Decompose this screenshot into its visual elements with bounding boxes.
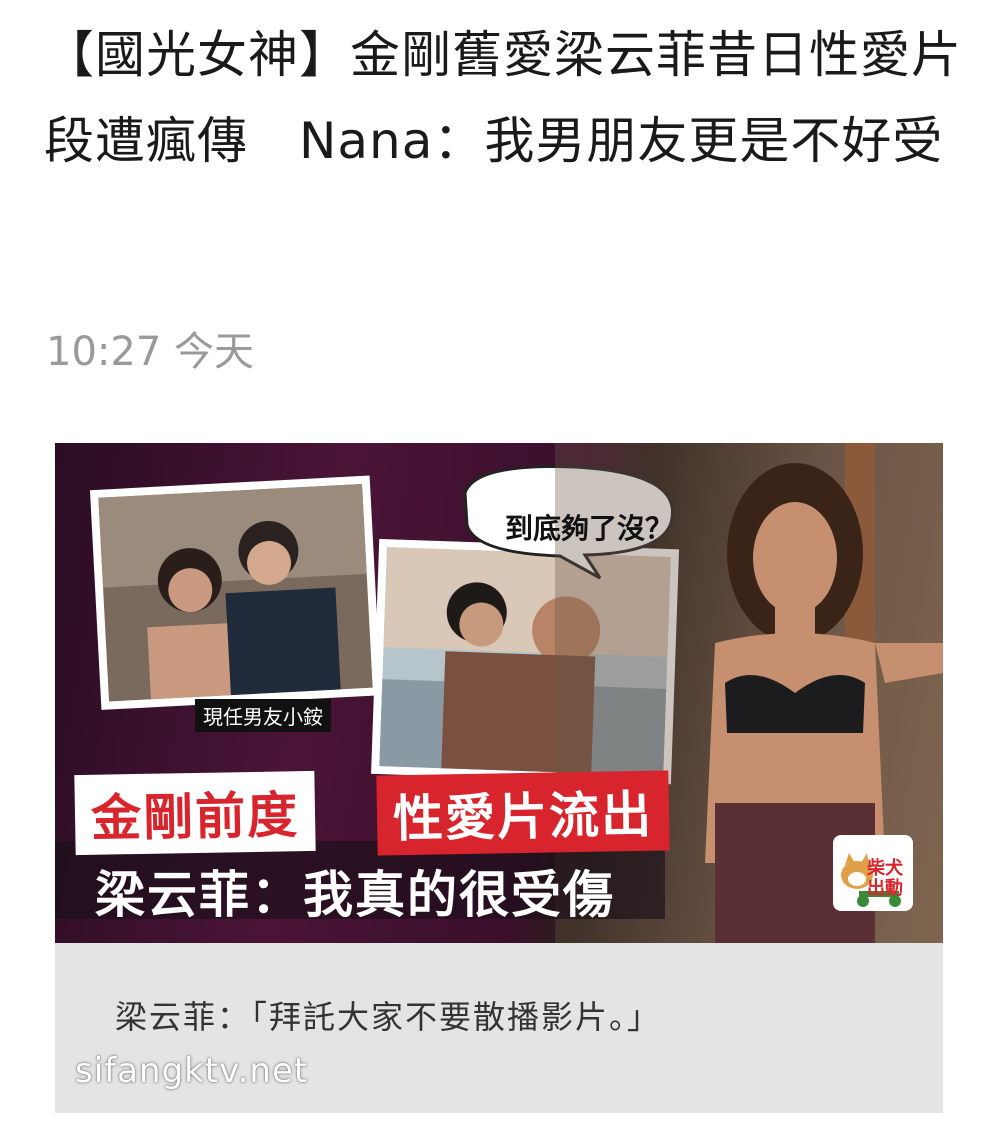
banner-title-white: 金剛前度	[74, 770, 316, 856]
site-watermark: sifangktv.net	[75, 1051, 309, 1091]
photo-tag: 現任男友小銨	[195, 699, 331, 732]
speech-bubble-text: 到底夠了沒？	[505, 512, 674, 545]
article-headline: 【國光女神】金剛舊愛梁云菲昔日性愛片段遭瘋傳 Nana：我男朋友更是不好受	[44, 26, 962, 170]
banner-title-red: 性愛片流出	[376, 770, 670, 856]
photo-caption: 梁云菲：「拜託大家不要散播影片。」	[115, 998, 662, 1036]
couple-photo	[89, 475, 382, 710]
banner-subtitle: 梁云菲：我真的很受傷	[95, 866, 615, 924]
article-figure: 到底夠了沒？ 現任男友小銨 金剛前度 性愛片流出 梁云菲：我真的很受傷 柴犬出動…	[55, 443, 943, 1113]
article-photo[interactable]: 到底夠了沒？ 現任男友小銨 金剛前度 性愛片流出 梁云菲：我真的很受傷 柴犬出動	[55, 443, 943, 943]
article-timestamp: 10:27 今天	[46, 329, 254, 375]
logo-label: 柴犬出動	[867, 858, 903, 899]
